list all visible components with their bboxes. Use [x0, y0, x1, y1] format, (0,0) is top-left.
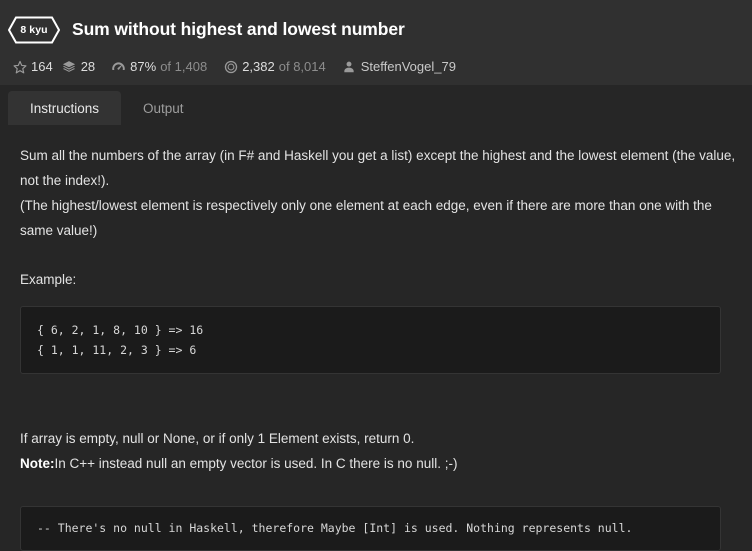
note-label: Note: — [20, 456, 55, 471]
kata-title-row: 8 kyu Sum without highest and lowest num… — [8, 14, 752, 46]
gauge-icon — [111, 59, 126, 74]
stat-stars-value: 164 — [31, 59, 53, 74]
layers-icon — [62, 59, 77, 74]
stat-forks[interactable]: 28 — [62, 59, 95, 74]
stat-satisfaction-percent: 87% — [130, 59, 157, 74]
example-code-block: { 6, 2, 1, 8, 10 } => 16 { 1, 1, 11, 2, … — [20, 306, 721, 374]
instructions-panel: Sum all the numbers of the array (in F# … — [0, 125, 752, 551]
stat-author-name: SteffenVogel_79 — [360, 59, 456, 74]
haskell-code-block: -- There's no null in Haskell, therefore… — [20, 506, 721, 551]
instructions-paragraph-2: (The highest/lowest element is respectiv… — [20, 198, 712, 238]
stat-completions-total: of 8,014 — [278, 59, 326, 74]
tab-bar: Instructions Output — [0, 85, 752, 125]
note-text: In C++ instead null an empty vector is u… — [54, 456, 458, 471]
stat-stars[interactable]: 164 — [12, 59, 53, 74]
star-icon — [12, 59, 27, 74]
person-icon — [342, 59, 357, 74]
page-title: Sum without highest and lowest number — [72, 19, 405, 40]
rank-badge: 8 kyu — [8, 16, 60, 44]
kata-header: 8 kyu Sum without highest and lowest num… — [0, 0, 752, 85]
stat-satisfaction[interactable]: 87% of 1,408 — [111, 59, 207, 74]
stat-completions-value: 2,382 — [242, 59, 275, 74]
tab-instructions[interactable]: Instructions — [8, 90, 122, 125]
rank-label: 8 kyu — [20, 24, 48, 36]
clock-icon — [223, 59, 238, 74]
stat-completions[interactable]: 2,382 of 8,014 — [223, 59, 326, 74]
instructions-paragraph-3: If array is empty, null or None, or if o… — [20, 431, 415, 446]
instructions-note: Note:In C++ instead null an empty vector… — [20, 451, 736, 476]
kata-stats: 164 28 87% of 1,408 2,382 of 8,014 Steff… — [8, 59, 752, 74]
stat-satisfaction-total: of 1,408 — [160, 59, 208, 74]
example-label: Example: — [20, 272, 77, 287]
tab-output[interactable]: Output — [121, 91, 206, 126]
stat-author[interactable]: SteffenVogel_79 — [342, 59, 456, 74]
stat-forks-value: 28 — [80, 59, 96, 74]
instructions-paragraph-1: Sum all the numbers of the array (in F# … — [20, 148, 736, 188]
